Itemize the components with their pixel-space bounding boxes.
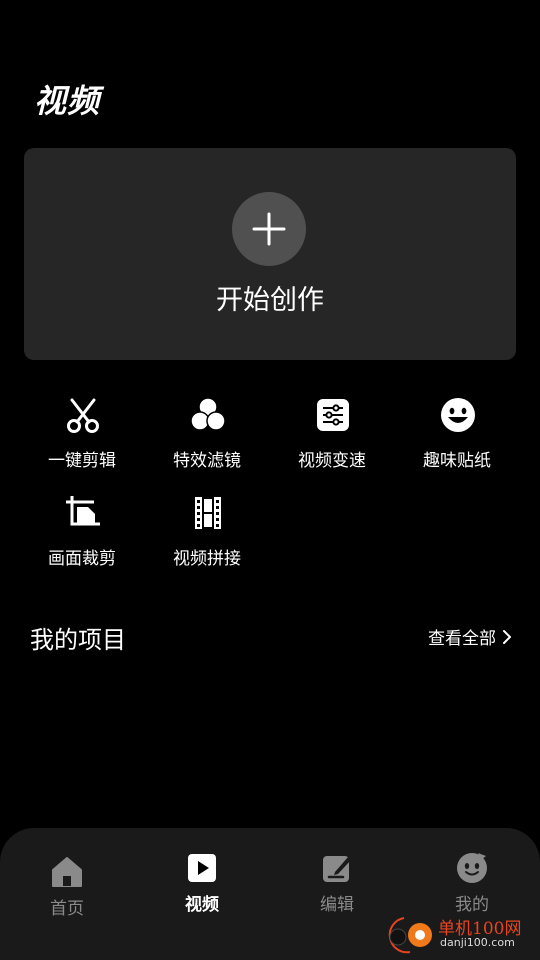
plus-icon: [252, 212, 286, 246]
tab-video[interactable]: 视频: [142, 850, 262, 920]
tool-crop[interactable]: 画面裁剪: [22, 484, 142, 572]
create-plus-button[interactable]: [232, 192, 306, 266]
watermark-url: danji100.com: [440, 936, 515, 949]
tool-label: 视频变速: [298, 451, 366, 471]
scissors-icon: [67, 398, 99, 433]
tool-label: 特效滤镜: [173, 451, 241, 471]
crop-document-icon: [66, 496, 100, 526]
chevron-right-icon: [503, 629, 511, 644]
watermark: 单机100网 danji100.com: [386, 912, 536, 956]
tool-label: 一键剪辑: [48, 451, 116, 471]
start-creation-card[interactable]: 开始创作: [24, 148, 516, 360]
tab-label: 编辑: [320, 895, 354, 915]
tab-home[interactable]: 首页: [7, 854, 127, 924]
profile-face-icon: [457, 853, 487, 883]
tool-fun-stickers[interactable]: 趣味贴纸: [397, 386, 517, 474]
edit-icon: [323, 856, 351, 882]
tool-one-click-edit[interactable]: 一键剪辑: [22, 386, 142, 474]
my-projects-title: 我的项目: [30, 626, 126, 654]
home-icon: [52, 857, 82, 887]
smiley-sticker-icon: [441, 398, 475, 432]
tool-video-speed[interactable]: 视频变速: [272, 386, 392, 474]
view-all-label: 查看全部: [428, 629, 496, 649]
create-label: 开始创作: [216, 285, 324, 316]
tool-effects-filter[interactable]: 特效滤镜: [147, 386, 267, 474]
film-strip-icon: [195, 497, 221, 529]
filter-circles-icon: [190, 397, 226, 431]
watermark-logo-icon: [388, 917, 432, 954]
page-title: 视频: [34, 82, 101, 120]
tab-mine[interactable]: 我的: [412, 850, 532, 920]
play-icon: [188, 854, 216, 882]
tool-label: 趣味贴纸: [423, 451, 491, 471]
speed-sliders-icon: [317, 399, 349, 431]
tab-label: 视频: [185, 895, 219, 915]
tool-video-merge[interactable]: 视频拼接: [147, 484, 267, 572]
tab-label: 首页: [50, 899, 84, 919]
tab-edit[interactable]: 编辑: [277, 850, 397, 920]
tool-label: 视频拼接: [173, 549, 241, 569]
view-all-link[interactable]: 查看全部: [428, 624, 512, 649]
tool-label: 画面裁剪: [48, 549, 116, 569]
